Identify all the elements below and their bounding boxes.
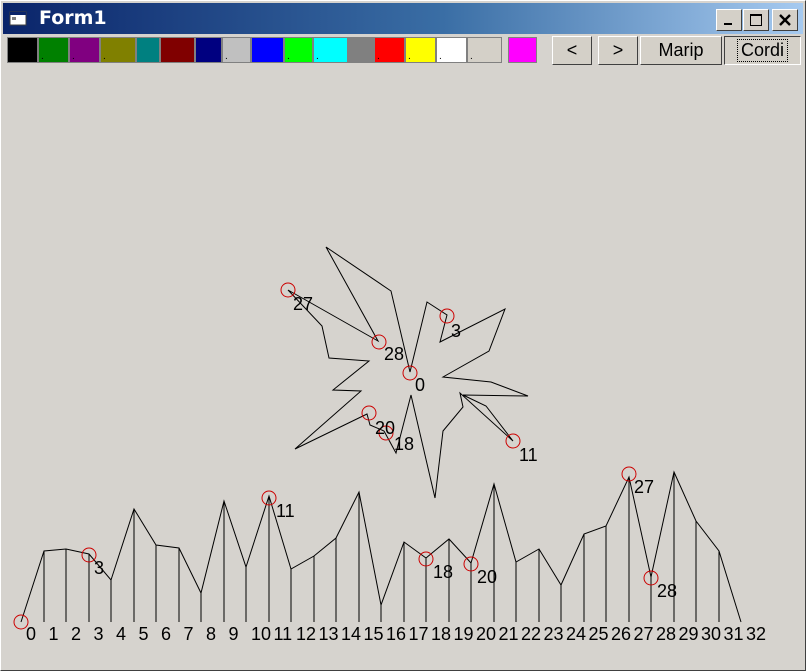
series-line bbox=[20, 470, 742, 623]
series-point-label: 28 bbox=[657, 581, 677, 601]
series-point-label: 11 bbox=[276, 501, 295, 521]
x-tick-label: 12 bbox=[296, 624, 316, 644]
x-tick-label: 21 bbox=[499, 624, 519, 644]
form1-window: Form1 .......... < > Marip Cordi 27 28 3 0 2… bbox=[0, 0, 806, 671]
x-tick-label: 16 bbox=[386, 624, 406, 644]
series-point-label: 18 bbox=[433, 562, 453, 582]
x-tick-label: 14 bbox=[341, 624, 361, 644]
x-tick-label: 26 bbox=[611, 624, 631, 644]
radar-point-label: 11 bbox=[519, 445, 538, 465]
x-tick-label: 25 bbox=[589, 624, 609, 644]
x-tick-label: 23 bbox=[544, 624, 564, 644]
radar-point-label: 27 bbox=[293, 294, 313, 314]
x-tick-label: 9 bbox=[229, 624, 239, 644]
x-tick-label: 10 bbox=[251, 624, 271, 644]
x-tick-label: 0 bbox=[26, 624, 36, 644]
x-tick-label: 20 bbox=[476, 624, 496, 644]
x-tick-label: 8 bbox=[206, 624, 216, 644]
x-tick-label: 29 bbox=[679, 624, 699, 644]
x-tick-label: 7 bbox=[184, 624, 194, 644]
series-point-label: 3 bbox=[94, 558, 104, 578]
x-tick-label: 24 bbox=[566, 624, 586, 644]
line-series bbox=[20, 470, 742, 623]
x-tick-label: 19 bbox=[454, 624, 474, 644]
x-tick-label: 18 bbox=[431, 624, 451, 644]
x-tick-label: 22 bbox=[521, 624, 541, 644]
x-tick-label: 1 bbox=[49, 624, 59, 644]
x-tick-label: 4 bbox=[116, 624, 126, 644]
series-point-label: 20 bbox=[477, 567, 497, 587]
radar-point-label: 28 bbox=[384, 344, 404, 364]
x-tick-label: 32 bbox=[746, 624, 766, 644]
x-tick-label: 5 bbox=[139, 624, 149, 644]
x-tick-label: 11 bbox=[274, 624, 293, 644]
point-marker bbox=[361, 405, 377, 421]
x-tick-label: 17 bbox=[409, 624, 429, 644]
x-tick-label: 2 bbox=[71, 624, 81, 644]
x-tick-label: 27 bbox=[634, 624, 654, 644]
series-point-label: 27 bbox=[634, 477, 654, 497]
radar-point-label: 18 bbox=[394, 434, 414, 454]
drawing-canvas[interactable]: 27283020181131118 202728 0 1 2 3 4 5 6 7 8 9 10 11 12… bbox=[1, 1, 805, 670]
x-axis-labels: 0 1 2 3 4 5 6 7 8 9 10 11 12 13 14 15 16 17 18 19 20 21 22 23 24… bbox=[26, 624, 766, 644]
radar-outline bbox=[287, 246, 529, 499]
x-tick-label: 13 bbox=[319, 624, 339, 644]
x-tick-label: 31 bbox=[724, 624, 744, 644]
x-tick-label: 30 bbox=[701, 624, 721, 644]
radar-point-label: 20 bbox=[375, 418, 395, 438]
x-tick-label: 3 bbox=[94, 624, 104, 644]
radar-shape bbox=[287, 246, 529, 499]
radar-point-label: 3 bbox=[451, 321, 461, 341]
x-tick-label: 6 bbox=[161, 624, 171, 644]
x-tick-label: 28 bbox=[656, 624, 676, 644]
radar-point-label: 0 bbox=[415, 375, 425, 395]
x-tick-label: 15 bbox=[364, 624, 384, 644]
